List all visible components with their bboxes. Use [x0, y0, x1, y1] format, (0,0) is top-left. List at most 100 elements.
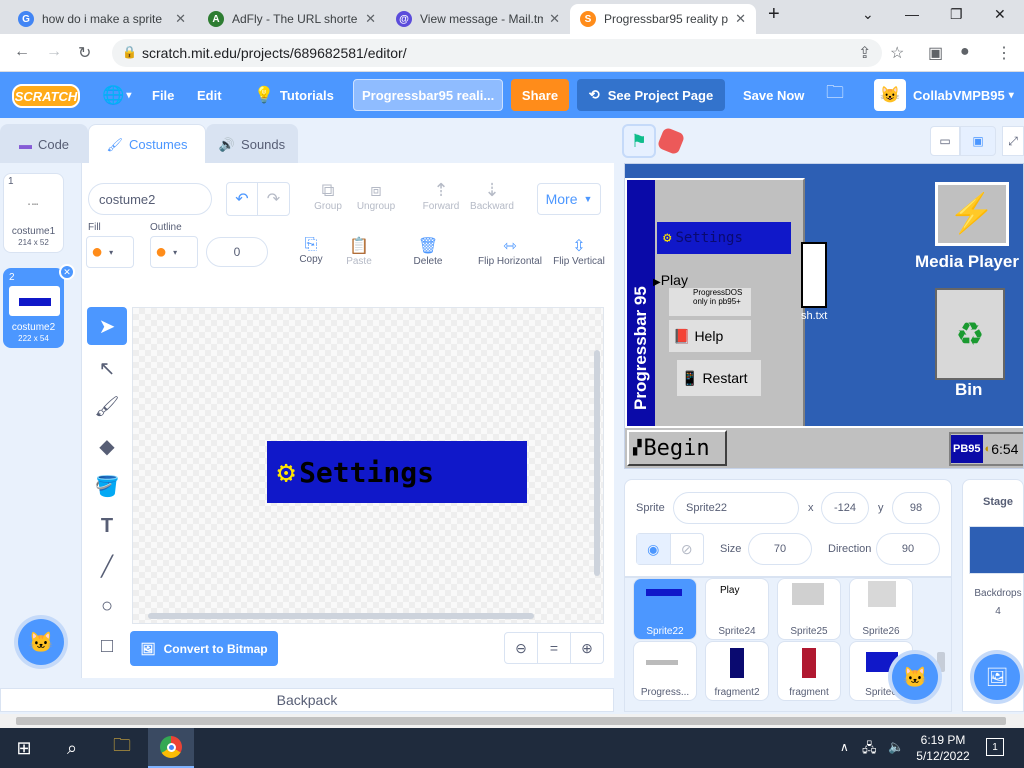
paste-button[interactable]: 📋 Paste: [342, 236, 376, 267]
green-flag-icon[interactable]: ⚑: [624, 126, 654, 156]
close-icon[interactable]: ✕: [549, 11, 560, 27]
more-button[interactable]: More ▼: [537, 183, 601, 215]
horizontal-scrollbar[interactable]: [148, 613, 534, 619]
y-input[interactable]: 98: [892, 492, 940, 524]
outline-color-picker[interactable]: ● ▾: [150, 236, 198, 268]
fill-tool[interactable]: 🪣: [87, 467, 127, 505]
rectangle-tool[interactable]: □: [87, 627, 127, 665]
group-button[interactable]: ⧉ Group: [308, 180, 348, 212]
vertical-scrollbar[interactable]: [594, 350, 600, 576]
x-input[interactable]: -124: [821, 492, 869, 524]
outline-width-input[interactable]: 0: [206, 237, 268, 267]
menu-item-play[interactable]: ▶Play: [653, 272, 688, 288]
eye-hide-icon[interactable]: ⊘: [671, 534, 704, 564]
chevron-down-icon[interactable]: ⌄: [862, 6, 874, 23]
sidepanel-icon[interactable]: ▣: [928, 43, 943, 63]
search-icon[interactable]: ⌕: [58, 734, 86, 762]
url-field[interactable]: 🔒 scratch.mit.edu/projects/689682581/edi…: [112, 39, 882, 67]
delete-button[interactable]: 🗑 Delete: [408, 236, 448, 267]
redo-icon[interactable]: ↷: [258, 183, 289, 215]
begin-button[interactable]: ▞ Begin: [627, 430, 727, 466]
chrome-taskbar-button[interactable]: [148, 728, 194, 768]
eraser-tool[interactable]: ◆: [87, 427, 127, 465]
stage-canvas[interactable]: Progressbar 95 ⚙ Settings ▶Play ProgressD…: [624, 163, 1024, 469]
costume-tile-1[interactable]: 1 ▪ ▪▪▪ costume1 214 x 52: [3, 173, 64, 253]
menu-item-help[interactable]: 📕 Help: [669, 320, 751, 352]
menu-item-settings[interactable]: ⚙ Settings: [657, 222, 791, 254]
profile-icon[interactable]: ●: [960, 43, 970, 61]
small-stage-icon[interactable]: ▭: [930, 126, 960, 156]
zoom-reset-icon[interactable]: =: [538, 633, 571, 663]
save-now-button[interactable]: Save Now: [743, 72, 804, 118]
bookmark-star-icon[interactable]: ☆: [890, 43, 904, 63]
browser-tab-scratch[interactable]: S Progressbar95 reality p ✕: [570, 4, 756, 34]
select-tool[interactable]: ➤: [87, 307, 127, 345]
sprite-tile[interactable]: Progress...: [633, 641, 697, 701]
circle-tool[interactable]: ○: [87, 587, 127, 625]
window-close-button[interactable]: ✕: [994, 6, 1006, 23]
username[interactable]: CollabVMPB95 ▾: [913, 72, 1014, 118]
brush-tool[interactable]: 🖌: [87, 387, 127, 425]
convert-to-bitmap-button[interactable]: 🖼 Convert to Bitmap: [130, 631, 278, 666]
tutorials-button[interactable]: 💡 Tutorials: [254, 72, 334, 118]
folder-icon[interactable]: 🗀: [826, 72, 844, 118]
share-button[interactable]: Share: [511, 79, 569, 111]
lightning-icon[interactable]: ⚡: [935, 182, 1009, 246]
kebab-menu-icon[interactable]: ⋮: [996, 43, 1012, 63]
tab-code[interactable]: ▬ Code: [0, 124, 88, 164]
direction-input[interactable]: 90: [876, 533, 940, 565]
tab-costumes[interactable]: 🖌 Costumes: [88, 124, 206, 164]
sprite-name-input[interactable]: Sprite22: [673, 492, 799, 524]
file-explorer-icon[interactable]: 🗀: [108, 734, 136, 762]
see-project-page-button[interactable]: ⟲ See Project Page: [577, 79, 725, 111]
backward-button[interactable]: ⇣ Backward: [468, 180, 516, 212]
notification-icon[interactable]: 1: [986, 738, 1004, 756]
tray-chevron-icon[interactable]: ∧: [840, 740, 849, 754]
zoom-out-icon[interactable]: ⊖: [505, 633, 538, 663]
eye-show-icon[interactable]: ◉: [637, 534, 671, 564]
scratch-logo[interactable]: SCRATCH: [12, 84, 80, 108]
sprite-tile[interactable]: fragment2: [705, 641, 769, 701]
choose-backdrop-button[interactable]: 🖼: [974, 654, 1020, 700]
sprite-tile[interactable]: Sprite22: [633, 578, 697, 640]
share-page-icon[interactable]: ⇪: [858, 43, 871, 63]
tab-sounds[interactable]: 🔊 Sounds: [206, 124, 298, 164]
backpack-header[interactable]: Backpack: [0, 688, 614, 712]
windows-start-icon[interactable]: ⊞: [10, 734, 38, 762]
file-menu[interactable]: File: [152, 72, 174, 118]
avatar[interactable]: 😺: [874, 79, 906, 111]
stop-icon[interactable]: [656, 126, 686, 156]
forward-button[interactable]: ⇡ Forward: [418, 180, 464, 212]
sprite-list-scrollbar[interactable]: [937, 582, 945, 706]
new-tab-button[interactable]: +: [768, 3, 780, 26]
project-title-input[interactable]: Progressbar95 reali...: [353, 79, 503, 111]
choose-costume-button[interactable]: 🐱: [18, 619, 64, 665]
close-icon[interactable]: ✕: [735, 11, 746, 27]
volume-icon[interactable]: 🔈: [888, 739, 904, 755]
browser-tab-google[interactable]: G how do i make a sprite ✕: [8, 4, 196, 34]
size-input[interactable]: 70: [748, 533, 812, 565]
sprite-tile[interactable]: Sprite26: [849, 578, 913, 640]
ungroup-button[interactable]: ⧈ Ungroup: [354, 180, 398, 212]
close-icon[interactable]: ✕: [175, 11, 186, 27]
undo-icon[interactable]: ↶: [227, 183, 259, 215]
fullscreen-icon[interactable]: ⤢: [1002, 126, 1024, 156]
reload-icon[interactable]: ↻: [78, 43, 91, 63]
minimize-button[interactable]: —: [905, 6, 919, 22]
menu-item-progressdos[interactable]: ProgressDOS only in pb95+: [669, 288, 751, 316]
language-globe-icon[interactable]: 🌐 ▾: [102, 72, 131, 118]
back-icon[interactable]: ←: [14, 43, 30, 61]
costume-tile-2[interactable]: 2 ✕ costume2 222 x 54: [3, 264, 75, 348]
reshape-tool[interactable]: ↖: [87, 349, 127, 387]
zoom-in-icon[interactable]: ⊕: [571, 633, 603, 663]
page-horizontal-scrollbar[interactable]: [0, 714, 1024, 728]
costume-name-input[interactable]: costume2: [88, 183, 212, 215]
copy-button[interactable]: ⎘ Copy: [294, 236, 328, 265]
browser-tab-adfly[interactable]: A AdFly - The URL shorte ✕: [198, 4, 386, 34]
recycle-bin-icon[interactable]: ♻: [935, 288, 1005, 380]
text-tool[interactable]: T: [87, 507, 127, 545]
restore-button[interactable]: ❐: [950, 6, 963, 23]
fill-color-picker[interactable]: ● ▾: [86, 236, 134, 268]
notepad-icon[interactable]: [801, 242, 827, 308]
costume-artwork[interactable]: ⚙ Settings: [267, 441, 527, 503]
